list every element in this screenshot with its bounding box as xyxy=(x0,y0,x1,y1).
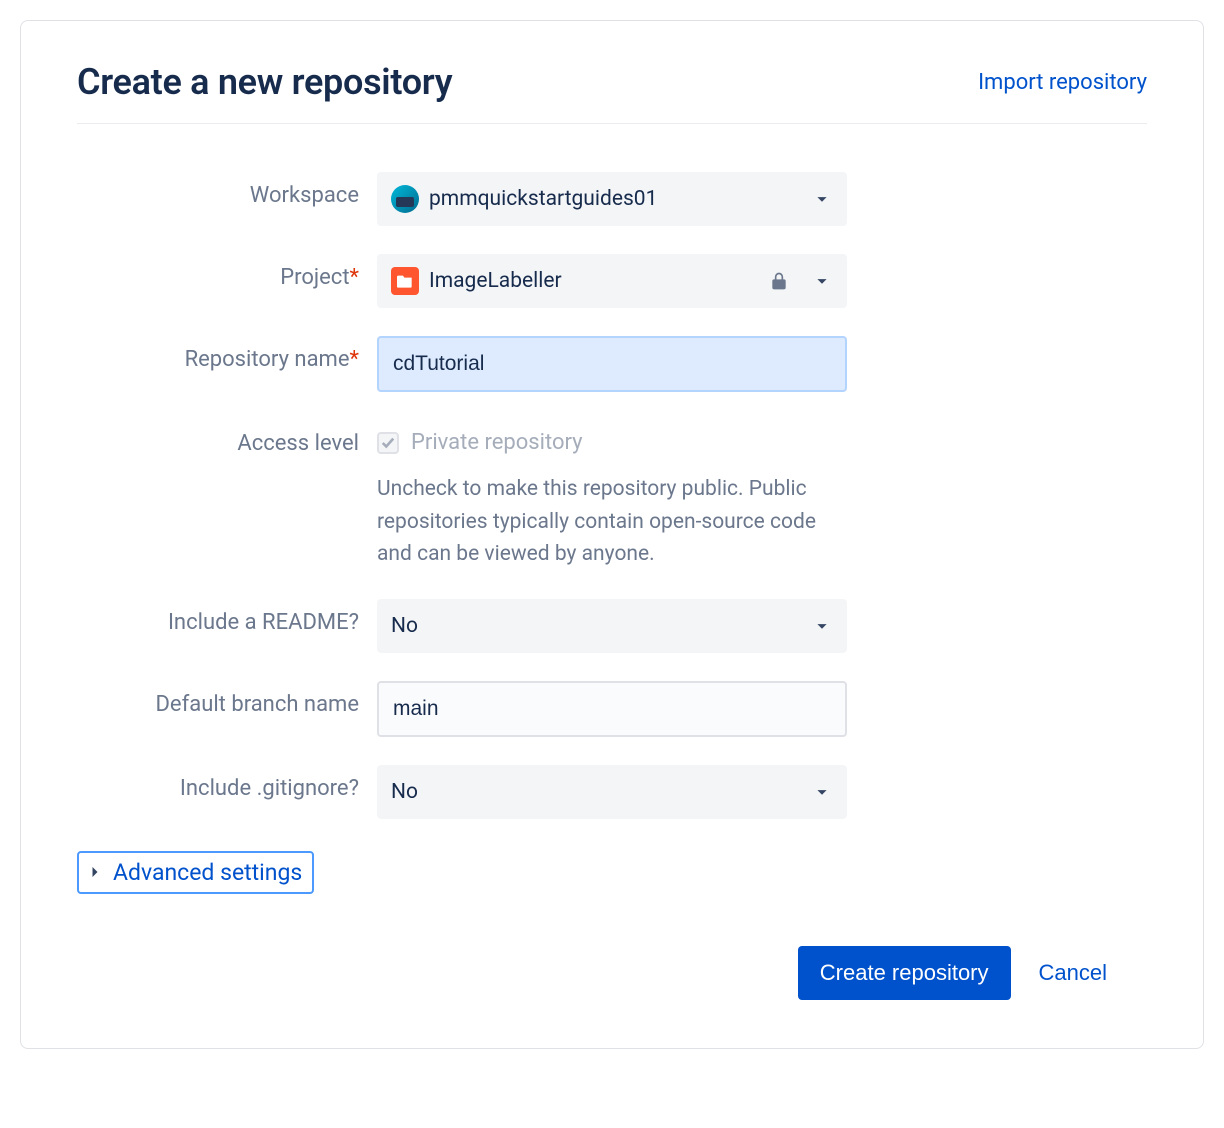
workspace-select[interactable]: pmmquickstartguides01 xyxy=(377,172,847,226)
chevron-right-icon xyxy=(85,862,105,882)
project-label: Project* xyxy=(77,254,377,293)
project-value: ImageLabeller xyxy=(429,269,769,293)
create-repository-button[interactable]: Create repository xyxy=(798,946,1011,1000)
default-branch-input[interactable] xyxy=(377,681,847,737)
access-level-label: Access level xyxy=(77,420,377,459)
include-readme-row: Include a README? No xyxy=(77,599,1147,653)
repo-name-row: Repository name* xyxy=(77,336,1147,392)
include-gitignore-row: Include .gitignore? No xyxy=(77,765,1147,819)
private-repo-checkbox[interactable] xyxy=(377,432,399,454)
workspace-label: Workspace xyxy=(77,172,377,211)
chevron-down-icon xyxy=(811,270,833,292)
create-repo-card: Create a new repository Import repositor… xyxy=(20,20,1204,1049)
access-level-help: Uncheck to make this repository public. … xyxy=(377,473,847,571)
chevron-down-icon xyxy=(811,188,833,210)
repo-name-label: Repository name* xyxy=(77,336,377,375)
workspace-avatar-icon xyxy=(391,185,419,213)
include-gitignore-value: No xyxy=(391,780,811,804)
advanced-settings-toggle[interactable]: Advanced settings xyxy=(77,851,314,894)
required-marker: * xyxy=(350,265,359,290)
page-title: Create a new repository xyxy=(77,61,452,103)
workspace-value: pmmquickstartguides01 xyxy=(429,187,811,211)
chevron-down-icon xyxy=(811,615,833,637)
private-repo-checkbox-label: Private repository xyxy=(411,430,583,455)
project-folder-icon xyxy=(391,267,419,295)
import-repository-link[interactable]: Import repository xyxy=(978,70,1147,95)
lock-icon xyxy=(769,271,789,291)
include-gitignore-select[interactable]: No xyxy=(377,765,847,819)
repo-name-input[interactable] xyxy=(377,336,847,392)
include-gitignore-label: Include .gitignore? xyxy=(77,765,377,804)
include-readme-select[interactable]: No xyxy=(377,599,847,653)
cancel-button[interactable]: Cancel xyxy=(1039,960,1107,986)
chevron-down-icon xyxy=(811,781,833,803)
header-row: Create a new repository Import repositor… xyxy=(77,61,1147,124)
advanced-settings-label: Advanced settings xyxy=(113,859,302,886)
footer-actions: Create repository Cancel xyxy=(77,946,1147,1000)
default-branch-label: Default branch name xyxy=(77,681,377,720)
project-row: Project* ImageLabeller xyxy=(77,254,1147,308)
default-branch-row: Default branch name xyxy=(77,681,1147,737)
required-marker: * xyxy=(350,347,359,372)
include-readme-label: Include a README? xyxy=(77,599,377,638)
include-readme-value: No xyxy=(391,614,811,638)
private-repo-checkbox-row: Private repository xyxy=(377,420,847,455)
access-level-row: Access level Private repository Uncheck … xyxy=(77,420,1147,571)
workspace-row: Workspace pmmquickstartguides01 xyxy=(77,172,1147,226)
check-icon xyxy=(381,436,395,450)
project-select[interactable]: ImageLabeller xyxy=(377,254,847,308)
